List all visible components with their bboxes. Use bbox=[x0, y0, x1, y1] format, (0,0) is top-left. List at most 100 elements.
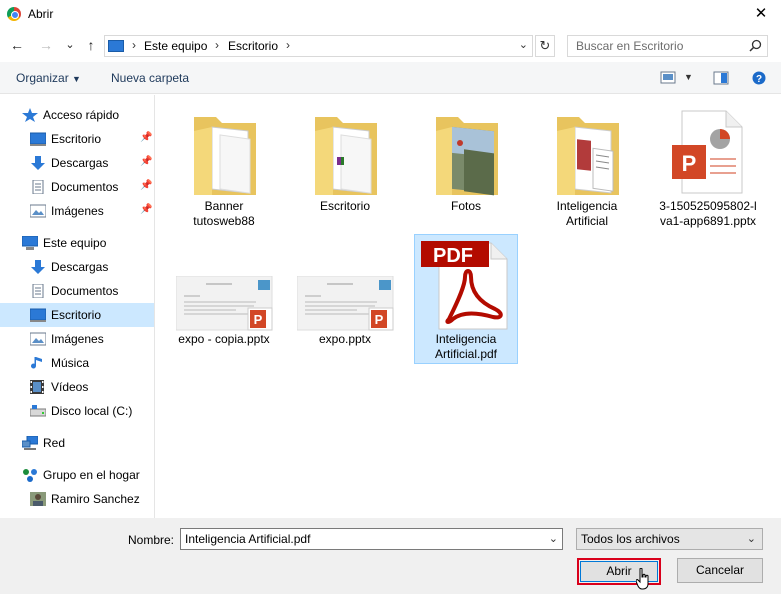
sidebar-item-label: Acceso rápido bbox=[43, 108, 120, 122]
file-item-pptx-app6891[interactable]: P 3-150525095802-l va1-app6891.pptx bbox=[656, 107, 760, 235]
sidebar-item-label: Escritorio bbox=[51, 308, 102, 322]
file-item-banner-tutosweb88[interactable]: Banner tutosweb88 bbox=[172, 107, 276, 235]
file-type-value: Todos los archivos bbox=[581, 532, 680, 546]
preview-pane-icon[interactable] bbox=[713, 71, 729, 85]
new-folder-button[interactable]: Nueva carpeta bbox=[111, 71, 189, 85]
chevron-down-icon[interactable]: ⌄ bbox=[519, 38, 528, 51]
sidebar-item-red[interactable]: Red bbox=[0, 431, 154, 455]
pictures-icon bbox=[30, 204, 46, 218]
svg-text:P: P bbox=[682, 151, 697, 176]
address-bar[interactable]: › Este equipo › Escritorio › ⌄ bbox=[104, 35, 533, 57]
help-icon[interactable]: ? bbox=[752, 71, 766, 85]
sidebar-item-ramiro-sanchez[interactable]: Ramiro Sanchez bbox=[0, 487, 154, 511]
svg-text:P: P bbox=[375, 312, 384, 327]
sidebar-item-label: Grupo en el hogar bbox=[43, 468, 140, 482]
window-title: Abrir bbox=[28, 7, 54, 21]
organize-label: Organizar bbox=[16, 71, 69, 85]
chevron-right-icon: › bbox=[132, 38, 136, 52]
chevron-down-icon: ⌄ bbox=[746, 533, 756, 545]
file-item-fotos[interactable]: Fotos bbox=[414, 107, 518, 235]
breadcrumb-escritorio[interactable]: Escritorio bbox=[228, 39, 278, 53]
sidebar-item-escritorio[interactable]: Escritorio bbox=[0, 303, 154, 327]
sidebar-item-disco-local[interactable]: Disco local (C:) bbox=[0, 399, 154, 423]
file-name-value: Inteligencia Artificial.pdf bbox=[185, 532, 311, 546]
pdf-file-icon: PDF bbox=[421, 241, 508, 330]
file-label: Banner bbox=[204, 199, 244, 213]
sidebar-item-descargas-quick[interactable]: Descargas 📌 bbox=[0, 151, 154, 175]
sidebar-item-videos[interactable]: Vídeos bbox=[0, 375, 154, 399]
hand-cursor-icon bbox=[636, 568, 649, 590]
up-button[interactable]: ↑ bbox=[83, 37, 99, 53]
computer-icon bbox=[22, 236, 38, 250]
sidebar-item-documentos[interactable]: Documentos bbox=[0, 279, 154, 303]
navigation-pane: Acceso rápido Escritorio 📌 Descargas 📌 D… bbox=[0, 95, 155, 518]
file-label: va1-app6891.pptx bbox=[659, 214, 757, 228]
file-item-expo-copia[interactable]: P expo - copia.pptx bbox=[172, 240, 276, 346]
view-options-caret-icon[interactable]: ▼ bbox=[684, 72, 693, 82]
cancel-button[interactable]: Cancelar bbox=[677, 558, 763, 583]
change-view-icon[interactable] bbox=[660, 71, 676, 85]
forward-button[interactable]: → bbox=[38, 37, 54, 53]
homegroup-icon bbox=[23, 469, 37, 482]
file-label: Inteligencia bbox=[556, 199, 618, 213]
file-label: Artificial.pdf bbox=[434, 347, 498, 361]
file-item-escritorio[interactable]: Escritorio bbox=[293, 107, 397, 235]
organize-menu[interactable]: Organizar ▼ bbox=[16, 71, 81, 85]
file-type-select[interactable]: Todos los archivos ⌄ bbox=[576, 528, 763, 550]
pdf-badge-text: PDF bbox=[433, 245, 473, 267]
sidebar-item-documentos-quick[interactable]: Documentos 📌 bbox=[0, 175, 154, 199]
sidebar-item-descargas[interactable]: Descargas bbox=[0, 255, 154, 279]
file-label: 3-150525095802-l bbox=[659, 199, 757, 213]
close-button[interactable]: ✕ bbox=[749, 3, 773, 25]
presentation-thumbnail: P bbox=[176, 276, 273, 331]
sidebar-item-quick-access[interactable]: Acceso rápido bbox=[0, 103, 154, 127]
documents-icon bbox=[32, 284, 44, 298]
file-label: Escritorio bbox=[319, 199, 370, 213]
presentation-thumbnail: P bbox=[297, 276, 394, 331]
file-label: Inteligencia bbox=[435, 332, 497, 346]
drive-icon bbox=[30, 405, 46, 417]
folder-icon bbox=[436, 117, 498, 196]
videos-icon bbox=[30, 380, 44, 394]
pin-icon: 📌 bbox=[140, 156, 153, 167]
folder-icon bbox=[315, 117, 377, 195]
file-name-input[interactable]: Inteligencia Artificial.pdf ⌄ bbox=[180, 528, 563, 550]
sidebar-item-musica[interactable]: Música bbox=[0, 351, 154, 375]
sidebar-item-imagenes[interactable]: Imágenes bbox=[0, 327, 154, 351]
breadcrumb-este-equipo[interactable]: Este equipo bbox=[144, 39, 207, 53]
sidebar-item-label: Descargas bbox=[51, 156, 109, 170]
desktop-icon bbox=[30, 308, 46, 322]
powerpoint-file-icon: P bbox=[672, 110, 743, 194]
search-input[interactable]: Buscar en Escritorio bbox=[567, 35, 768, 57]
svg-text:P: P bbox=[254, 312, 263, 327]
file-name-label: Nombre: bbox=[128, 533, 175, 547]
sidebar-item-imagenes-quick[interactable]: Imágenes 📌 bbox=[0, 199, 154, 223]
pin-icon: 📌 bbox=[140, 180, 153, 191]
folder-icon bbox=[194, 117, 256, 195]
refresh-button[interactable]: ↻ bbox=[535, 35, 555, 57]
chevron-right-icon: › bbox=[286, 38, 290, 52]
back-button[interactable]: ← bbox=[9, 37, 25, 53]
command-bar: Organizar ▼ Nueva carpeta ▼ ? bbox=[0, 62, 781, 94]
download-icon bbox=[31, 260, 45, 274]
dialog-footer: Nombre: Inteligencia Artificial.pdf ⌄ To… bbox=[0, 518, 781, 594]
sidebar-item-label: Documentos bbox=[51, 284, 119, 298]
search-icon[interactable] bbox=[749, 39, 762, 52]
sidebar-item-este-equipo[interactable]: Este equipo bbox=[0, 231, 154, 255]
recent-locations-button[interactable]: ⌄ bbox=[62, 37, 78, 53]
sidebar-item-escritorio-quick[interactable]: Escritorio 📌 bbox=[0, 127, 154, 151]
chrome-icon bbox=[7, 7, 21, 21]
file-item-inteligencia-artificial-folder[interactable]: Inteligencia Artificial bbox=[535, 107, 639, 235]
chevron-down-icon[interactable]: ⌄ bbox=[549, 529, 558, 549]
sidebar-item-label: Documentos bbox=[51, 180, 119, 194]
sidebar-item-label: Este equipo bbox=[43, 236, 107, 250]
sidebar-item-label: Imágenes bbox=[51, 204, 104, 218]
sidebar-item-grupo-hogar[interactable]: Grupo en el hogar bbox=[0, 463, 154, 487]
file-label: expo.pptx bbox=[318, 332, 372, 346]
file-label: Artificial bbox=[565, 214, 608, 228]
title-bar: Abrir ✕ bbox=[0, 0, 781, 30]
file-label: Fotos bbox=[450, 199, 481, 213]
file-item-inteligencia-artificial-pdf[interactable]: PDF Inteligencia Artificial.pdf bbox=[414, 234, 518, 364]
sidebar-item-label: Vídeos bbox=[51, 380, 89, 394]
file-item-expo[interactable]: P expo.pptx bbox=[293, 240, 397, 346]
